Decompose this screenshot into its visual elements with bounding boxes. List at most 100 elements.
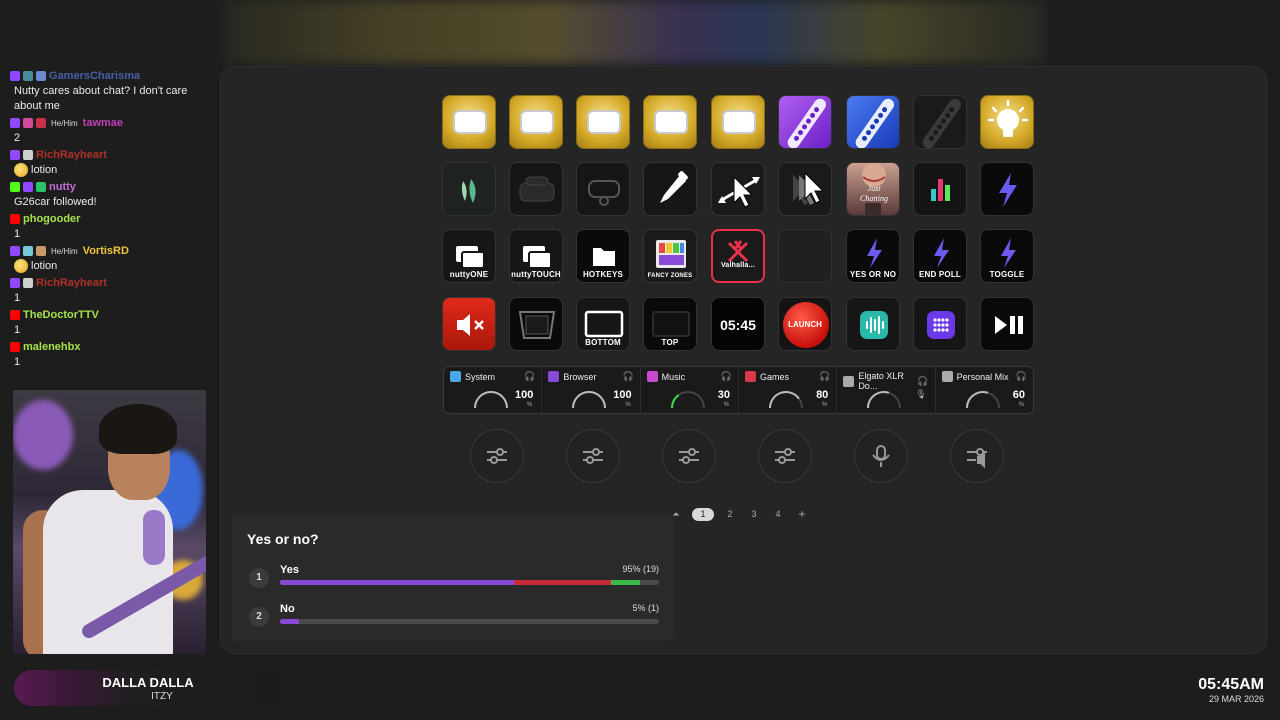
chat-username[interactable]: phogooder xyxy=(23,212,80,227)
bar-chart-icon xyxy=(931,179,950,201)
dial-arc-track xyxy=(474,391,508,409)
play-pause-key[interactable] xyxy=(980,297,1034,351)
yes-or-no-key[interactable]: YES OR NO xyxy=(846,229,900,283)
leaf-app-key[interactable] xyxy=(442,162,496,216)
top-key[interactable]: TOP xyxy=(643,297,697,351)
dial-button-5[interactable] xyxy=(854,429,908,483)
add-page-button[interactable]: + xyxy=(794,507,810,521)
chat-message: TheDoctorTTV 1 xyxy=(10,307,210,338)
leaf-logo-icon xyxy=(461,179,476,203)
chat-message-text: 1 xyxy=(14,292,21,304)
chat-username[interactable]: RichRayheart xyxy=(36,148,107,163)
microphone-icon xyxy=(872,445,890,467)
page-selector: ⏶ 1 2 3 4 + xyxy=(668,507,810,521)
stream-deck-purple-icon xyxy=(787,98,827,148)
dial-header: System 🎧 xyxy=(450,371,535,382)
poll-bar-track xyxy=(280,619,659,624)
just-chatting-key[interactable]: Just Chatting xyxy=(846,162,900,216)
bar-chart-key[interactable] xyxy=(913,162,967,216)
dial-dock: System 🎧 100% Browser 🎧 100% Music 🎧 30% Games 🎧 80… xyxy=(443,366,1034,414)
gold-key-3[interactable] xyxy=(576,95,630,149)
dial-arc-icon xyxy=(965,391,1000,409)
end-poll-key[interactable]: END POLL xyxy=(913,229,967,283)
lightbulb-key[interactable] xyxy=(980,95,1034,149)
gold-key-4[interactable] xyxy=(643,95,697,149)
grid-app-key[interactable] xyxy=(913,297,967,351)
chat-badge-icon xyxy=(10,71,20,81)
page-4[interactable]: 4 xyxy=(770,509,786,519)
volume-dial[interactable]: System 🎧 100% xyxy=(444,367,543,413)
lightbulb-icon xyxy=(987,99,1029,137)
audio-wave-key[interactable] xyxy=(846,297,900,351)
bottom-key[interactable]: BOTTOM xyxy=(576,297,630,351)
dial-button-4[interactable] xyxy=(758,429,812,483)
chat-username[interactable]: malenehbx xyxy=(23,340,80,355)
lightning-key[interactable] xyxy=(980,162,1034,216)
clock-key[interactable]: 05:45 xyxy=(711,297,765,351)
chat-username[interactable]: tawmae xyxy=(83,116,123,131)
gold-key-1[interactable] xyxy=(442,95,496,149)
gold-key-2[interactable] xyxy=(509,95,563,149)
fancy-zones-key[interactable]: FANCY ZONES xyxy=(643,229,697,283)
volume-dial[interactable]: Games 🎧 80% xyxy=(739,367,838,413)
gold-key-5[interactable] xyxy=(711,95,765,149)
chat-message-header: RichRayheart xyxy=(10,147,210,163)
page-3[interactable]: 3 xyxy=(746,509,762,519)
chat-message-body: lotion xyxy=(10,163,210,178)
page-1[interactable]: 1 xyxy=(692,507,714,521)
chat-username[interactable]: VortisRD xyxy=(83,244,129,259)
stream-deck-purple-key[interactable] xyxy=(778,95,832,149)
dial-name: Music xyxy=(661,371,686,382)
nuttyone-key[interactable]: nuttyONE xyxy=(442,229,496,283)
key-label: TOGGLE xyxy=(989,270,1025,279)
nuttytouch-key[interactable]: nuttyTOUCH xyxy=(509,229,563,283)
chat-message-text: 2 xyxy=(14,132,21,144)
person-hair xyxy=(99,404,177,454)
dial-name: Browser xyxy=(563,371,597,382)
blank-rounded-rect-icon xyxy=(587,110,621,134)
poll-option-result: 5% (1) xyxy=(632,603,659,613)
poll-option-label: Yes xyxy=(280,564,299,576)
chat-username[interactable]: RichRayheart xyxy=(36,276,107,291)
toggle-key[interactable]: TOGGLE xyxy=(980,229,1034,283)
chat-username[interactable]: nutty xyxy=(49,180,76,195)
volume-dial[interactable]: Browser 🎧 100% xyxy=(542,367,641,413)
volume-dial[interactable]: Elgato XLR Do... 🎧 🎙 xyxy=(837,367,936,413)
perspective-screen-key[interactable] xyxy=(509,297,563,351)
valhalla-key[interactable]: Valhalla... xyxy=(711,229,765,283)
volume-dial[interactable]: Music 🎧 30% xyxy=(641,367,739,413)
dial-header: Music 🎧 xyxy=(646,371,732,382)
chat-message: He/Him VortisRD lotion xyxy=(10,243,210,274)
dial-button-2[interactable] xyxy=(566,429,620,483)
stream-deck-blue-key[interactable] xyxy=(846,95,900,149)
chat-message-body: G26car followed! xyxy=(10,195,210,210)
chat-message-header: He/Him VortisRD xyxy=(10,243,210,259)
dial-header: Browser 🎧 xyxy=(548,371,634,382)
volume-dial[interactable]: Personal Mix 🎧 60% xyxy=(936,367,1033,413)
key-label: TOP xyxy=(661,338,679,347)
poll-option-number: 2 xyxy=(249,607,269,627)
chat-message: malenehbx 1 xyxy=(10,339,210,370)
chat-badge-icon xyxy=(23,246,33,256)
vr-headset-outline-key[interactable] xyxy=(576,162,630,216)
resize-cursor-key[interactable] xyxy=(711,162,765,216)
dial-button-1[interactable] xyxy=(470,429,524,483)
chat-username[interactable]: TheDoctorTTV xyxy=(23,308,99,323)
chat-message-text: Nutty cares about chat? I don't care abo… xyxy=(14,85,188,112)
page-2[interactable]: 2 xyxy=(722,509,738,519)
dial-arc-track xyxy=(768,391,803,409)
empty-key[interactable] xyxy=(778,229,832,283)
vr-headset-key[interactable] xyxy=(509,162,563,216)
dial-header: Elgato XLR Do... 🎧 xyxy=(843,371,929,391)
dial-button-3[interactable] xyxy=(662,429,716,483)
eyedropper-key[interactable] xyxy=(643,162,697,216)
cursor-trail-key[interactable] xyxy=(778,162,832,216)
key-label: YES OR NO xyxy=(849,270,897,279)
stream-deck-dark-key[interactable] xyxy=(913,95,967,149)
launch-key[interactable]: LAUNCH xyxy=(778,297,832,351)
chat-badge-icon xyxy=(10,342,20,352)
hotkeys-key[interactable]: HOTKEYS xyxy=(576,229,630,283)
dial-button-6[interactable] xyxy=(950,429,1004,483)
chat-username[interactable]: GamersCharisma xyxy=(49,69,140,84)
mute-key[interactable] xyxy=(442,297,496,351)
